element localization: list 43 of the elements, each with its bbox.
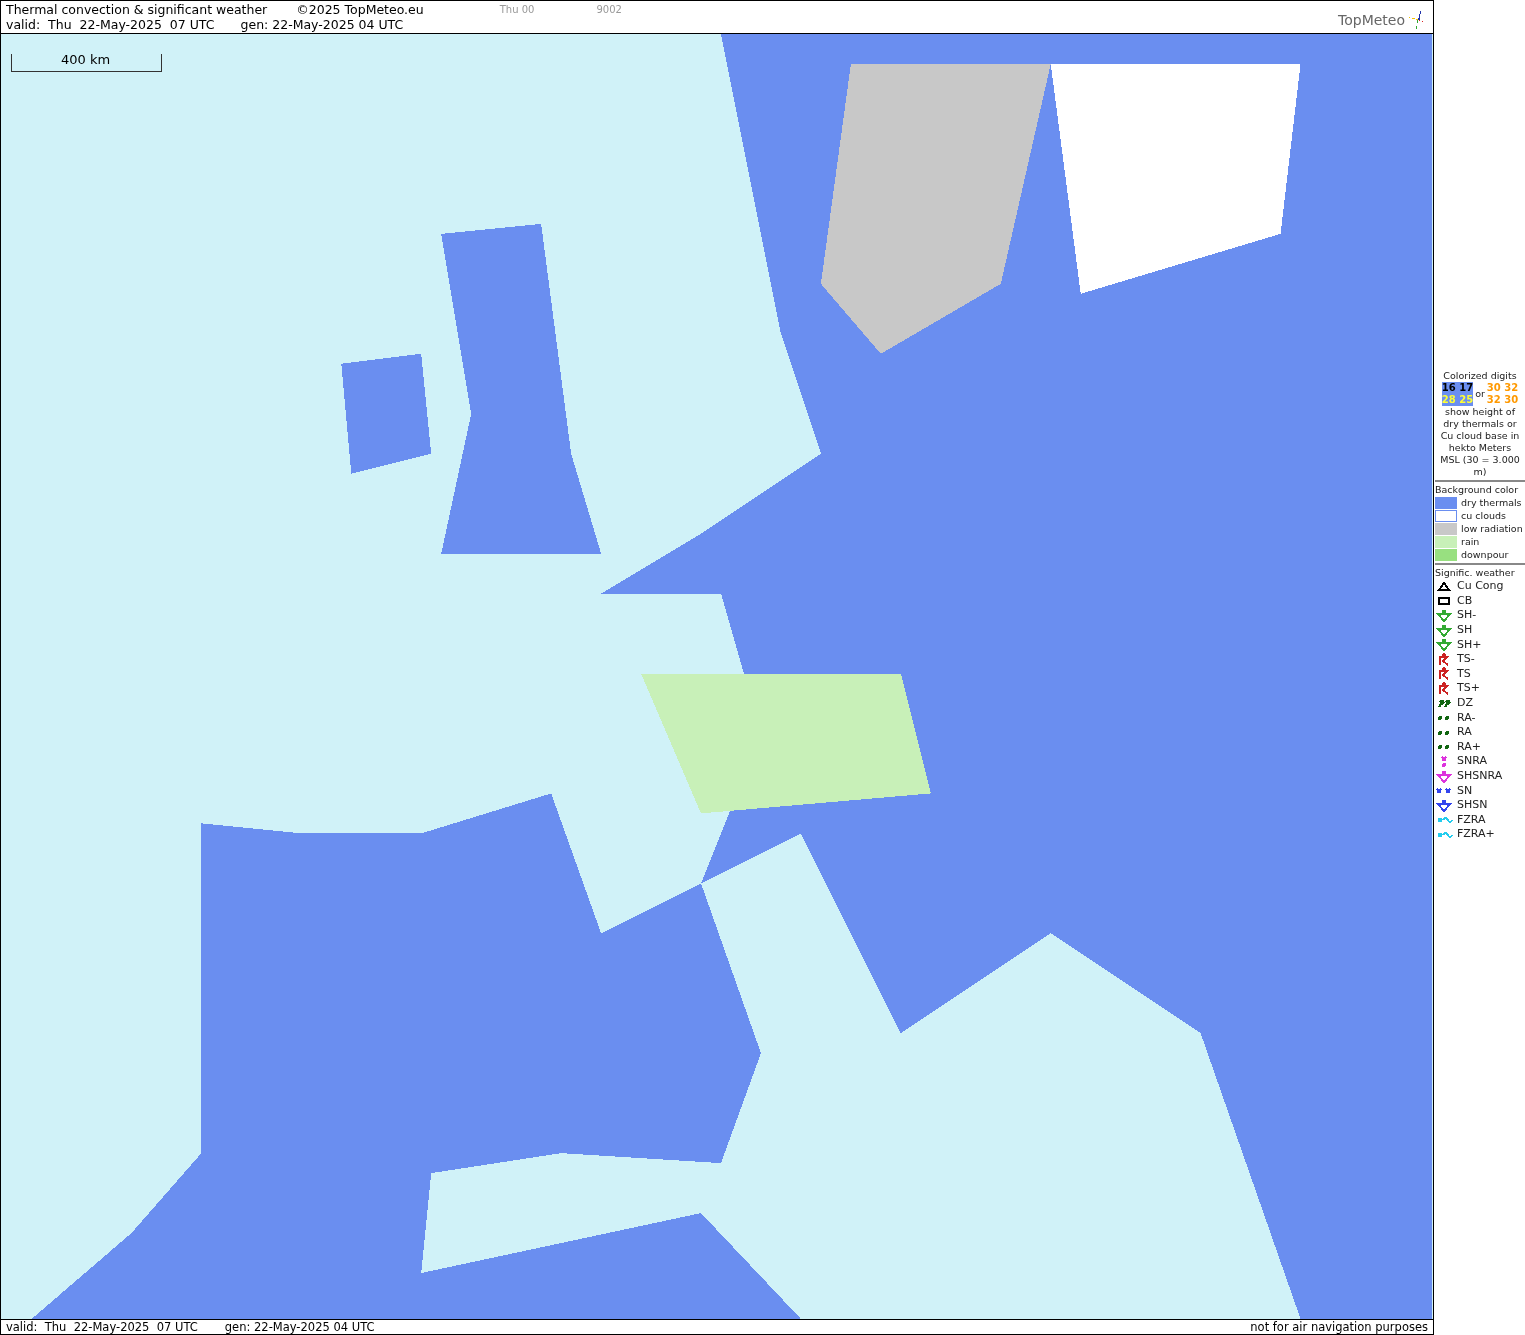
legend-label: RA- [1457,711,1476,724]
legend-label: dry thermals [1461,497,1522,509]
legend-label: downpour [1461,549,1509,561]
legend-label: SHSN [1457,799,1488,812]
legend-label: DZ [1457,697,1473,710]
generated-time: gen: 22-May-2025 04 UTC [240,17,404,32]
digit-sample: 32 30 [1486,394,1519,406]
legend-label: SHSNRA [1457,770,1503,782]
legend-label: SH- [1457,609,1477,622]
legend-label: cu clouds [1461,510,1506,522]
digit-sample: 30 32 [1486,382,1519,394]
legend-label: SH+ [1457,638,1482,651]
legend-label: SH [1457,624,1473,637]
digit-sample: 28 25 [1441,394,1474,406]
digit-sample: 16 17 [1441,382,1474,394]
copyright-text: ©2025 TopMeteo.eu [296,2,424,17]
code-label: 9002 [596,3,622,17]
legend-heading: Colorized digits [1442,370,1518,382]
scale-label: 400 km [59,52,113,67]
valid-time: valid: Thu 22-May-2025 07 UTC [6,1320,198,1334]
legend-label: TS+ [1457,682,1480,695]
run-label: Thu 00 [499,3,535,17]
legend-label: TS [1457,667,1471,680]
valid-time: valid: Thu 22-May-2025 07 UTC [6,17,215,32]
legend-label: TS- [1457,653,1475,666]
legend-heading: Signific. weather [1435,567,1516,579]
legend-label: CB [1457,594,1473,607]
legend-label: SNRA [1457,755,1487,768]
legend-label: rain [1461,536,1480,548]
logo-text: TopMeteo [1338,12,1405,28]
legend-label: FZRA+ [1457,828,1495,841]
generated-time: gen: 22-May-2025 04 UTC [224,1320,375,1334]
legend-label: FZRA [1457,813,1486,826]
legend-label: SN [1457,784,1473,797]
legend-heading: Background color [1435,484,1520,496]
disclaimer-text: not for air navigation purposes [1250,1320,1428,1334]
or-text: or [1475,388,1485,400]
legend-label: RA+ [1457,740,1481,753]
legend-label: RA [1457,726,1472,739]
map-title: Thermal convection & significant weather [6,2,268,17]
legend-label: Cu Cong [1457,580,1504,593]
legend-label: low radiation [1461,523,1523,535]
legend-explanation: show height of dry thermals or Cu cloud base in hekto Meters MSL (30 = 3.000 m) [1439,406,1521,478]
